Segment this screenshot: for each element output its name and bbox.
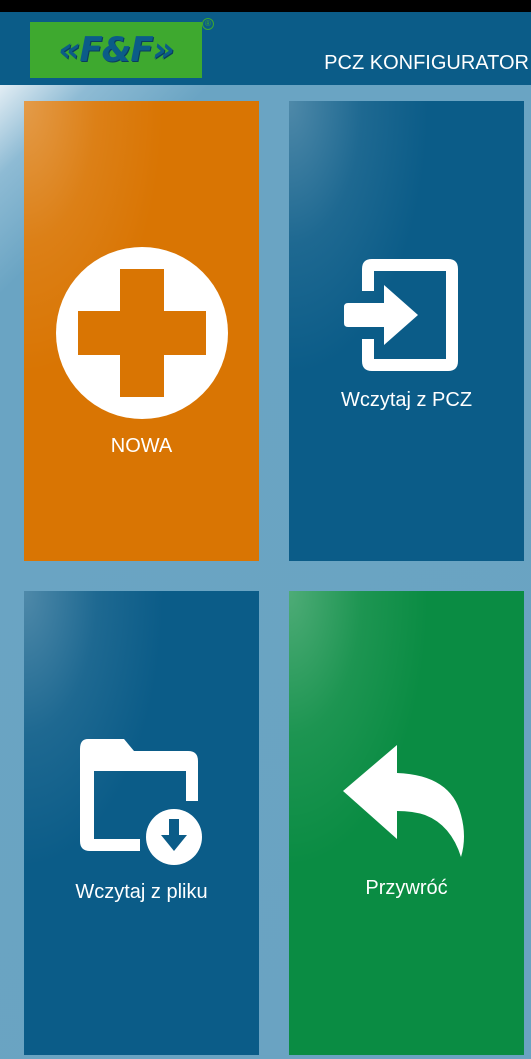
logo-text: «F&F»: [58, 30, 174, 70]
main-menu: NOWA Wczytaj z PCZ Wczytaj z pliku Przyw…: [0, 85, 531, 1059]
page-title: PCZ KONFIGURATOR: [324, 52, 529, 74]
restore-button[interactable]: Przywróć: [289, 591, 524, 1055]
load-from-pcz-label: Wczytaj z PCZ: [340, 389, 473, 411]
undo-arrow-icon: [343, 745, 464, 857]
restore-label: Przywróć: [365, 877, 448, 899]
status-bar: [0, 0, 531, 12]
new-config-button[interactable]: NOWA: [24, 101, 259, 561]
load-from-file-button[interactable]: Wczytaj z pliku: [24, 591, 259, 1055]
plus-circle-icon: [56, 247, 228, 419]
new-config-label: NOWA: [110, 435, 173, 457]
brand-logo: «F&F»: [30, 22, 202, 78]
registered-mark: ®: [202, 18, 214, 30]
app-header: «F&F» ® PCZ KONFIGURATOR: [0, 12, 531, 85]
import-door-icon: [344, 259, 458, 371]
load-from-pcz-button[interactable]: Wczytaj z PCZ: [289, 101, 524, 561]
folder-download-icon: [80, 739, 202, 865]
load-from-file-label: Wczytaj z pliku: [75, 881, 208, 903]
